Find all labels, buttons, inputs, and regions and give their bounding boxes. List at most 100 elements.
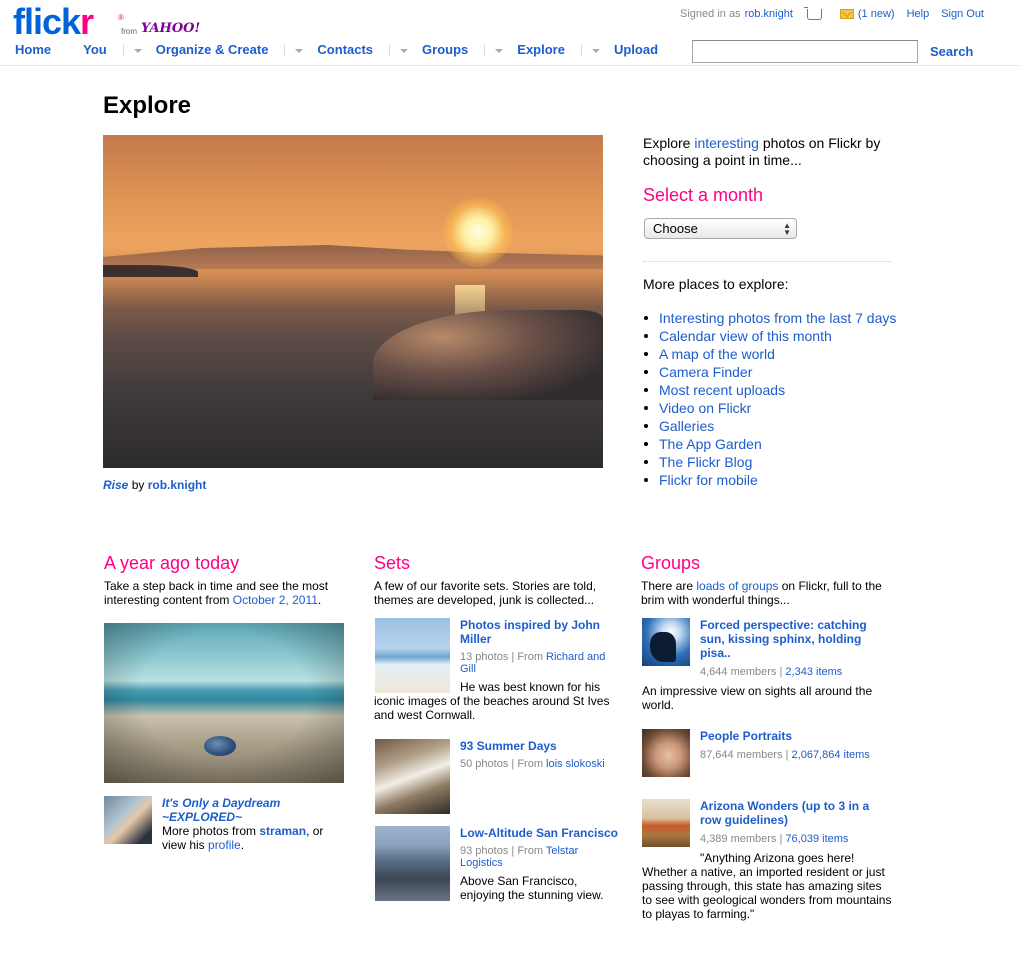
group-meta: 4,389 members | 76,039 items [700,833,849,845]
group-thumbnail[interactable] [642,729,690,777]
cart-icon[interactable] [803,6,822,20]
year-ago-user-link[interactable]: straman [259,824,306,838]
group-thumbnail[interactable] [642,799,690,847]
bullet-icon [644,352,648,356]
more-link[interactable]: A map of the world [659,345,775,363]
list-item: The App Garden [643,435,896,453]
chevron-down-icon[interactable] [493,44,504,56]
username-link[interactable]: rob.knight [745,8,793,20]
group-items-link[interactable]: 76,039 items [785,833,848,845]
group-items-link[interactable]: 2,343 items [785,666,842,678]
list-item: The Flickr Blog [643,453,896,471]
more-link[interactable]: Video on Flickr [659,399,751,417]
mail-count-link[interactable]: (1 new) [858,8,895,20]
set-thumbnail[interactable] [375,739,450,814]
nav-you[interactable]: You [83,42,107,57]
group-title-link[interactable]: People Portraits [700,729,880,743]
caption-by-text: by [128,478,148,492]
sign-out-link[interactable]: Sign Out [941,8,984,20]
group-items-link[interactable]: 2,067,864 items [792,749,870,761]
nav-organize[interactable]: Organize & Create [156,42,269,57]
yahoo-logo: YAHOO! [141,21,201,36]
list-item: Video on Flickr [643,399,896,417]
more-link[interactable]: Most recent uploads [659,381,785,399]
set-desc: He was best known for his iconic images … [374,680,610,722]
avatar[interactable] [104,796,152,844]
nav-groups[interactable]: Groups [422,42,468,57]
bullet-icon [644,334,648,338]
main-nav: Home You Organize & Create Contacts Grou… [15,42,668,57]
group-desc: "Anything Arizona goes here! Whether a n… [642,851,892,921]
photo-island [103,265,198,277]
bullet-icon [644,424,648,428]
featured-photo[interactable] [103,135,603,468]
set-thumbnail[interactable] [375,826,450,901]
chevron-down-icon[interactable] [590,44,600,56]
list-item: Camera Finder [643,363,896,381]
bullet-icon [644,460,648,464]
search-button[interactable]: Search [930,44,973,59]
divider [643,261,891,262]
more-link[interactable]: Calendar view of this month [659,327,832,345]
more-link[interactable]: The App Garden [659,435,762,453]
group-thumbnail[interactable] [642,618,690,666]
nav-separator [284,43,286,56]
photo-sun [443,197,513,267]
photo-hills [103,245,603,269]
help-link[interactable]: Help [907,8,930,20]
more-places-list: Interesting photos from the last 7 days … [643,309,896,489]
bullet-icon [644,442,648,446]
year-ago-heading: A year ago today [104,553,240,573]
set-title-link[interactable]: Photos inspired by John Miller [460,618,620,646]
group-title-link[interactable]: Forced perspective: catching sun, kissin… [700,618,880,660]
more-link[interactable]: The Flickr Blog [659,453,752,471]
groups-heading: Groups [641,553,701,573]
group-title-link[interactable]: Arizona Wonders (up to 3 in a row guidel… [700,799,880,827]
set-meta: 93 photos | From Telstar Logistics [460,845,579,869]
nav-separator [484,43,486,56]
flickr-logo[interactable]: flickr [13,2,94,42]
nav-upload[interactable]: Upload [614,42,658,57]
page-title: Explore [103,92,192,119]
select-month-heading: Select a month [643,185,764,205]
more-link[interactable]: Interesting photos from the last 7 days [659,309,896,327]
nav-home[interactable]: Home [15,42,51,57]
more-link[interactable]: Camera Finder [659,363,752,381]
photo-wave [373,310,603,400]
nav-contacts[interactable]: Contacts [317,42,373,57]
group-meta: 4,644 members | 2,343 items [700,666,843,678]
header: flickr ® from YAHOO! Signed in as rob.kn… [0,0,1020,66]
groups-desc: There are loads of groups on Flickr, ful… [641,579,882,607]
chevron-down-icon[interactable] [293,44,304,56]
loads-of-groups-link[interactable]: loads of groups [696,579,778,593]
year-ago-photo[interactable] [104,623,344,783]
chevron-down-icon[interactable] [132,44,142,56]
featured-photo-author-link[interactable]: rob.knight [148,478,207,492]
set-title-link[interactable]: Low-Altitude San Francisco [460,826,620,840]
year-ago-more-text: More photos from straman, or view his pr… [162,824,324,852]
list-item: Calendar view of this month [643,327,896,345]
more-link[interactable]: Flickr for mobile [659,471,758,489]
year-ago-desc: Take a step back in time and see the mos… [104,579,329,607]
nav-explore[interactable]: Explore [517,42,565,57]
month-select[interactable]: Choose ▲ ▼ [644,218,797,239]
list-item: Interesting photos from the last 7 days [643,309,896,327]
set-owner-link[interactable]: lois slokoski [546,758,605,770]
set-title-link[interactable]: 93 Summer Days [460,739,620,753]
signed-in-label: Signed in as [680,8,741,20]
nav-separator [580,43,582,56]
logo-from-text: from [121,27,137,36]
year-ago-photo-title-link[interactable]: It's Only a Daydream ~EXPLORED~ [162,796,322,824]
mail-icon[interactable] [839,9,854,19]
photo-vignette [104,623,344,783]
year-ago-profile-link[interactable]: profile [208,838,241,852]
set-meta: 13 photos | From Richard and Gill [460,651,606,675]
year-ago-date-link[interactable]: October 2, 2011 [233,593,318,607]
featured-photo-title-link[interactable]: Rise [103,478,128,492]
search-input[interactable] [692,40,918,63]
interesting-link[interactable]: interesting [694,135,759,151]
chevron-down-icon[interactable] [398,44,409,56]
more-link[interactable]: Galleries [659,417,714,435]
list-item: Most recent uploads [643,381,896,399]
bullet-icon [644,406,648,410]
